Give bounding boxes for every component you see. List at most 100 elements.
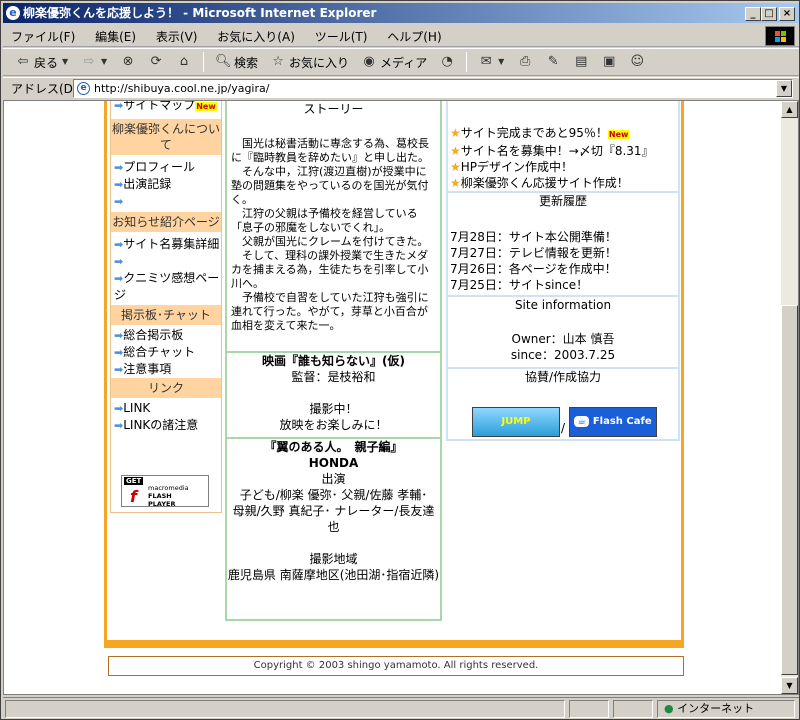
coop-box: 協賛/作成協力 JUMP / ☕ Flash Cafe bbox=[446, 367, 680, 441]
flash-cafe-banner[interactable]: ☕ Flash Cafe bbox=[569, 407, 657, 437]
flash-get-label: GET bbox=[124, 477, 144, 485]
nav-link-empty[interactable]: ➡ bbox=[111, 253, 221, 270]
address-input[interactable]: e http://shibuya.cool.ne.jp/yagira/ ▼ bbox=[73, 79, 793, 98]
star-icon: ★ bbox=[450, 144, 461, 158]
history-item: 7月25日：サイトsince！ bbox=[450, 278, 589, 292]
cm-title: 『翼のある人。 親子編』 bbox=[264, 440, 403, 454]
history-item: 7月27日：テレビ情報を更新！ bbox=[450, 246, 617, 260]
menu-tools[interactable]: ツール(T) bbox=[307, 25, 376, 48]
nav-link-notes[interactable]: ➡注意事項 bbox=[111, 361, 221, 378]
nav-link-sitemap[interactable]: ➡サイトマップNew bbox=[111, 100, 221, 115]
stop-button[interactable]: ⊗ bbox=[116, 52, 140, 72]
nav-link-link-notes[interactable]: ➡LINKの諸注意 bbox=[111, 417, 221, 434]
stop-icon: ⊗ bbox=[122, 54, 134, 69]
status-message bbox=[5, 700, 565, 718]
arrow-icon: ➡ bbox=[114, 272, 124, 285]
print-icon: ⎙ bbox=[520, 54, 531, 69]
back-button[interactable]: ⇦ 戻る ▼ bbox=[11, 52, 73, 73]
flash-player-badge[interactable]: GET f macromedia FLASH PLAYER bbox=[121, 475, 209, 508]
scroll-thumb[interactable] bbox=[781, 305, 798, 675]
browser-window: e 柳楽優弥くんを応援しよう！ - Microsoft Internet Exp… bbox=[0, 0, 800, 720]
menu-favorites[interactable]: お気に入り(A) bbox=[209, 25, 303, 48]
home-icon: ⌂ bbox=[179, 54, 189, 69]
forward-arrow-icon: ⇨ bbox=[83, 54, 95, 69]
history-item: 7月28日：サイト本公開準備！ bbox=[450, 230, 617, 244]
minimize-button[interactable]: _ bbox=[745, 7, 761, 21]
history-item: 7月26日：各ページを作成中！ bbox=[450, 262, 617, 276]
arrow-icon: ➡ bbox=[114, 363, 124, 376]
nav-head-about: 柳楽優弥くんについて bbox=[111, 119, 221, 155]
address-bar: アドレス(D) e http://shibuya.cool.ne.jp/yagi… bbox=[3, 77, 799, 99]
home-button[interactable]: ⌂ bbox=[172, 52, 196, 72]
mail-button[interactable]: ✉ ▼ bbox=[474, 52, 509, 72]
print-button[interactable]: ⎙ bbox=[513, 52, 537, 72]
cm-cast2: 母親/久野 真紀子･ ナレーター/長友達也 bbox=[232, 504, 435, 534]
nav-link-kunimitsu[interactable]: ➡クニミツ感想ページ bbox=[111, 270, 221, 303]
history-title: 更新履歴 bbox=[538, 194, 587, 208]
scroll-up-button[interactable]: ▲ bbox=[781, 101, 798, 118]
movie-box: 映画『誰も知らない』(仮) 監督：是枝裕和 撮影中！ 放映をお楽しみに！ bbox=[225, 351, 442, 439]
maximize-button[interactable]: □ bbox=[761, 7, 777, 21]
story-paragraph: 父親が国光にクレームを付けてきた。 bbox=[231, 235, 429, 248]
nav-link-empty[interactable]: ➡ bbox=[111, 193, 221, 210]
menu-file[interactable]: ファイル(F) bbox=[3, 25, 83, 48]
address-dropdown-button[interactable]: ▼ bbox=[776, 80, 792, 97]
movie-title: 映画『誰も知らない』(仮) bbox=[262, 354, 405, 368]
nav-head-board: 掲示板･チャット bbox=[111, 305, 221, 325]
site-since: since：2003.7.25 bbox=[510, 348, 616, 362]
status-cell bbox=[569, 700, 609, 718]
status-zone: ● インターネット bbox=[657, 700, 795, 718]
news-box: ★サイト完成まであと95％！New ★サイト名を募集中！→〆切『8.31』 ★H… bbox=[446, 101, 680, 193]
new-badge: New bbox=[607, 130, 630, 139]
flash-brand: macromedia FLASH PLAYER bbox=[148, 484, 189, 508]
history-box: 更新履歴 7月28日：サイト本公開準備！ 7月27日：テレビ情報を更新！ 7月2… bbox=[446, 191, 680, 297]
story-box: ストーリー 国光は秘書活動に専念する為、葛校長に『臨時教員を辞めたい』と申し出た… bbox=[225, 101, 442, 353]
jump-banner[interactable]: JUMP bbox=[472, 407, 560, 437]
nav-link-chat[interactable]: ➡総合チャット bbox=[111, 344, 221, 361]
star-icon: ★ bbox=[450, 176, 461, 190]
left-nav: ➡サイトマップNew 柳楽優弥くんについて ➡プロフィール ➡出演記録 ➡ お知… bbox=[110, 101, 222, 513]
nav-link-appearances[interactable]: ➡出演記録 bbox=[111, 176, 221, 193]
title-bar: e 柳楽優弥くんを応援しよう！ - Microsoft Internet Exp… bbox=[3, 3, 799, 23]
news-item: ★HPデザイン作成中！ bbox=[450, 160, 574, 174]
arrow-icon: ➡ bbox=[114, 329, 124, 342]
movie-message: 放映をお楽しみに！ bbox=[279, 418, 388, 432]
story-paragraph: 国光は秘書活動に専念する為、葛校長に『臨時教員を辞めたい』と申し出た。 bbox=[231, 137, 429, 164]
cm-box: 『翼のある人。 親子編』 HONDA 出演 子ども/柳楽 優弥･ 父親/佐藤 孝… bbox=[225, 437, 442, 621]
vertical-scrollbar[interactable]: ▲ ▼ bbox=[781, 101, 798, 694]
dropdown-icon: ▼ bbox=[498, 57, 505, 66]
mail-icon: ✉ bbox=[480, 54, 492, 69]
arrow-icon: ➡ bbox=[114, 195, 124, 208]
media-button[interactable]: ◉ メディア bbox=[357, 52, 431, 73]
cm-location: 鹿児島県 南薩摩地区(池田湖･指宿近隣) bbox=[227, 568, 440, 582]
close-button[interactable]: × bbox=[779, 7, 795, 21]
nav-link-bbs[interactable]: ➡総合掲示板 bbox=[111, 327, 221, 344]
history-button[interactable]: ◔ bbox=[435, 52, 459, 72]
site-info-title: Site information bbox=[514, 298, 612, 312]
news-item: ★柳楽優弥くん応援サイト作成！ bbox=[450, 176, 629, 190]
media-icon: ◉ bbox=[363, 54, 375, 69]
story-paragraph: 予備校で自習をしていた江狩も強引に連れて行った。やがて，芽草と小百合が血相を変え… bbox=[231, 291, 429, 332]
nav-link-profile[interactable]: ➡プロフィール bbox=[111, 159, 221, 176]
story-paragraph: 江狩の父親は予備校を経営している「息子の邪魔をしないでくれ」。 bbox=[231, 207, 418, 234]
forward-button[interactable]: ⇨ ▼ bbox=[77, 52, 112, 72]
favorites-button[interactable]: ☆ お気に入り bbox=[266, 52, 353, 73]
discuss-button[interactable]: ▤ bbox=[569, 52, 593, 72]
star-icon: ★ bbox=[450, 160, 461, 174]
refresh-button[interactable]: ⟳ bbox=[144, 52, 168, 72]
arrow-icon: ➡ bbox=[114, 346, 124, 359]
scroll-down-button[interactable]: ▼ bbox=[781, 677, 798, 694]
edit-button[interactable]: ✎ bbox=[541, 52, 565, 72]
messenger-button[interactable]: ☺ bbox=[625, 52, 649, 72]
cm-cast-head: 出演 bbox=[321, 472, 346, 486]
search-button[interactable]: 🔍︎ 検索 bbox=[211, 52, 262, 73]
menu-help[interactable]: ヘルプ(H) bbox=[379, 25, 449, 48]
menu-view[interactable]: 表示(V) bbox=[148, 25, 206, 48]
nav-link-link[interactable]: ➡LINK bbox=[111, 400, 221, 417]
ie-logo-icon: e bbox=[6, 6, 20, 20]
menu-edit[interactable]: 編集(E) bbox=[87, 25, 144, 48]
nav-link-name-contest[interactable]: ➡サイト名募集詳細 bbox=[111, 236, 221, 253]
research-button[interactable]: ▣ bbox=[597, 52, 621, 72]
arrow-icon: ➡ bbox=[114, 100, 124, 112]
movie-status: 撮影中！ bbox=[309, 402, 358, 416]
